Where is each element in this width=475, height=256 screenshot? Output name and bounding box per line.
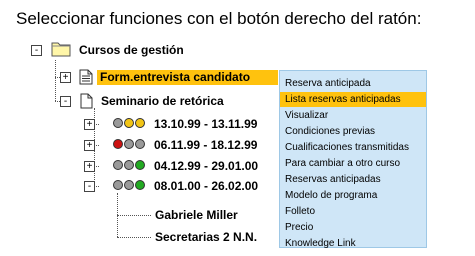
session-dates[interactable]: 13.10.99 - 13.11.99 [154, 117, 257, 131]
status-light [113, 139, 123, 149]
session-toggle[interactable]: + [84, 140, 95, 151]
session-dates[interactable]: 08.01.00 - 26.02.00 [154, 179, 258, 193]
session-toggle[interactable]: + [84, 119, 95, 130]
document-icon [79, 69, 93, 90]
root-node-label[interactable]: Cursos de gestión [79, 43, 184, 57]
menu-item-visualizar[interactable]: Visualizar [280, 108, 426, 123]
menu-item-lista-reservas[interactable]: Lista reservas anticipadas [280, 92, 426, 107]
tree-connector [117, 237, 151, 238]
blank-document-icon [80, 93, 93, 114]
form-node-label[interactable]: Form.entrevista candidato [97, 70, 278, 85]
menu-item-precio[interactable]: Precio [280, 220, 426, 235]
menu-item-folleto[interactable]: Folleto [280, 204, 426, 219]
status-light [124, 139, 134, 149]
participant-name[interactable]: Secretarias 2 N.N. [155, 230, 257, 244]
status-lights-icon [113, 139, 145, 149]
menu-item-knowledge-link[interactable]: Knowledge Link [280, 236, 426, 251]
session-toggle[interactable]: + [84, 161, 95, 172]
menu-item-cambiar-curso[interactable]: Para cambiar a otro curso [280, 156, 426, 171]
session-toggle[interactable]: - [84, 181, 95, 192]
status-lights-icon [113, 118, 145, 128]
status-light [113, 118, 123, 128]
menu-item-modelo-programa[interactable]: Modelo de programa [280, 188, 426, 203]
status-lights-icon [113, 160, 145, 170]
seminar-collapse-toggle[interactable]: - [60, 96, 71, 107]
status-light [124, 118, 134, 128]
menu-item-reservas-anticipadas[interactable]: Reservas anticipadas [280, 172, 426, 187]
status-light [135, 118, 145, 128]
menu-item-condiciones-previas[interactable]: Condiciones previas [280, 124, 426, 139]
session-dates[interactable]: 06.11.99 - 18.12.99 [154, 138, 257, 152]
tree-connector [55, 60, 56, 101]
status-light [135, 139, 145, 149]
status-light [135, 160, 145, 170]
menu-item-reserva-anticipada[interactable]: Reserva anticipada [280, 76, 426, 91]
form-expand-toggle[interactable]: + [60, 72, 71, 83]
participant-name[interactable]: Gabriele Miller [155, 208, 238, 222]
session-dates[interactable]: 04.12.99 - 29.01.00 [154, 159, 258, 173]
status-light [113, 160, 123, 170]
page-title: Seleccionar funciones con el botón derec… [16, 9, 422, 28]
folder-icon [51, 40, 71, 62]
status-lights-icon [113, 180, 145, 190]
context-menu: Reserva anticipada Lista reservas antici… [279, 70, 427, 251]
menu-item-cualificaciones[interactable]: Cualificaciones transmitidas [280, 140, 426, 155]
status-light [113, 180, 123, 190]
status-light [135, 180, 145, 190]
status-light [124, 180, 134, 190]
status-light [124, 160, 134, 170]
seminar-node-label[interactable]: Seminario de retórica [101, 94, 224, 108]
root-collapse-toggle[interactable]: - [31, 45, 42, 56]
tree-connector [117, 215, 151, 216]
